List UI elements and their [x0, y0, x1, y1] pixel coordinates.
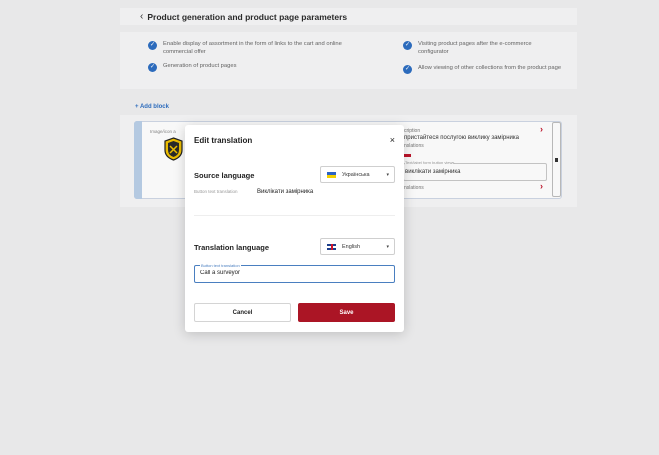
source-language-select[interactable]: Українська ▾ — [320, 166, 395, 183]
edit-translation-modal: Edit translation × Source language Украї… — [185, 125, 404, 332]
modal-title: Edit translation — [194, 136, 253, 145]
divider — [194, 215, 395, 216]
source-language-value: Українська — [342, 171, 370, 178]
source-language-title: Source language — [194, 171, 255, 180]
translation-field-label: Button text translation — [200, 263, 241, 268]
save-button[interactable]: Save — [298, 303, 395, 322]
source-field-label: Button text translation — [194, 189, 238, 194]
translation-field[interactable]: Button text translation — [194, 263, 395, 283]
cancel-button[interactable]: Cancel — [194, 303, 291, 322]
source-field-value: Виклікати замірника — [257, 189, 314, 195]
translation-language-title: Translation language — [194, 243, 270, 252]
chevron-down-icon: ▾ — [386, 243, 389, 250]
translation-input[interactable] — [200, 270, 390, 276]
uk-flag-icon — [327, 243, 336, 250]
translation-language-value: English — [342, 243, 361, 250]
translation-language-select[interactable]: English ▾ — [320, 238, 395, 255]
ukraine-flag-icon — [327, 171, 336, 178]
close-icon[interactable]: × — [390, 135, 395, 145]
chevron-down-icon: ▾ — [386, 171, 389, 178]
